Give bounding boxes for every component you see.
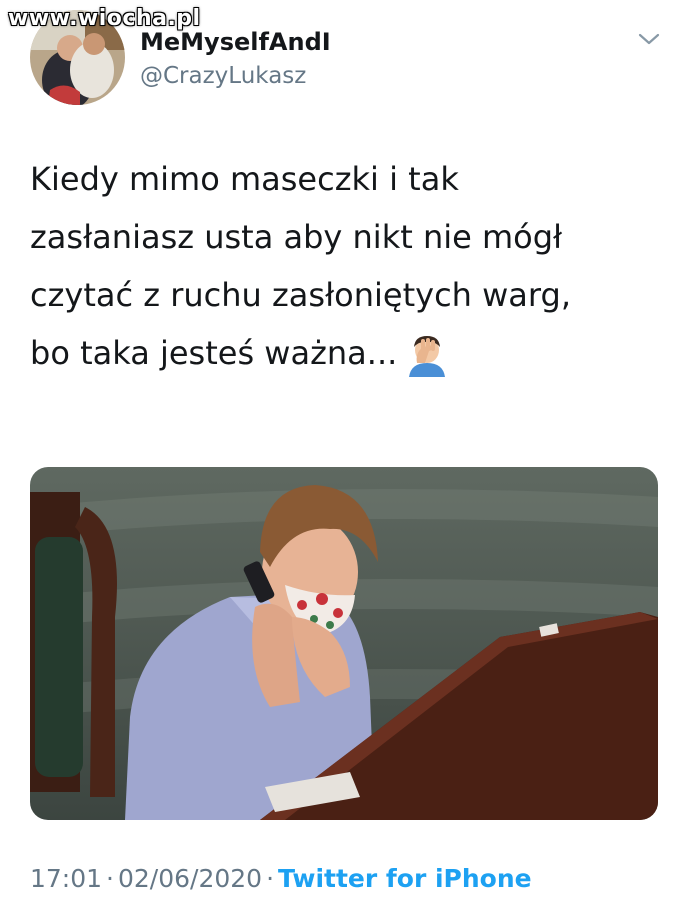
- tweet-line: zasłaniasz usta aby nikt nie mógł: [30, 218, 563, 256]
- tweet-source-link[interactable]: Twitter for iPhone: [278, 864, 532, 893]
- separator: ·: [106, 864, 114, 893]
- user-handle[interactable]: @CrazyLukasz: [140, 63, 306, 89]
- tweet-line: Kiedy mimo maseczki i tak: [30, 160, 459, 198]
- facepalm-icon: [409, 336, 446, 377]
- tweet-line: czytać z ruchu zasłoniętych warg,: [30, 276, 571, 314]
- chevron-down-icon[interactable]: [636, 28, 662, 50]
- tweet-line: bo taka jesteś ważna...: [30, 334, 398, 372]
- photo-woman-on-phone: [30, 467, 658, 820]
- separator: ·: [266, 864, 275, 893]
- tweet-metadata: 17:01 · 02/06/2020 · Twitter for iPhone: [30, 864, 532, 893]
- tweet-time[interactable]: 17:01: [30, 864, 102, 893]
- tweet-media-photo[interactable]: [30, 467, 658, 820]
- tweet-date[interactable]: 02/06/2020: [118, 864, 262, 893]
- tweet-line-last: bo taka jesteś ważna...: [30, 324, 650, 382]
- display-name[interactable]: MeMyselfAndI: [140, 28, 331, 56]
- tweet-text: Kiedy mimo maseczki i tak zasłaniasz ust…: [30, 150, 650, 382]
- watermark: www.wiocha.pl: [8, 6, 201, 31]
